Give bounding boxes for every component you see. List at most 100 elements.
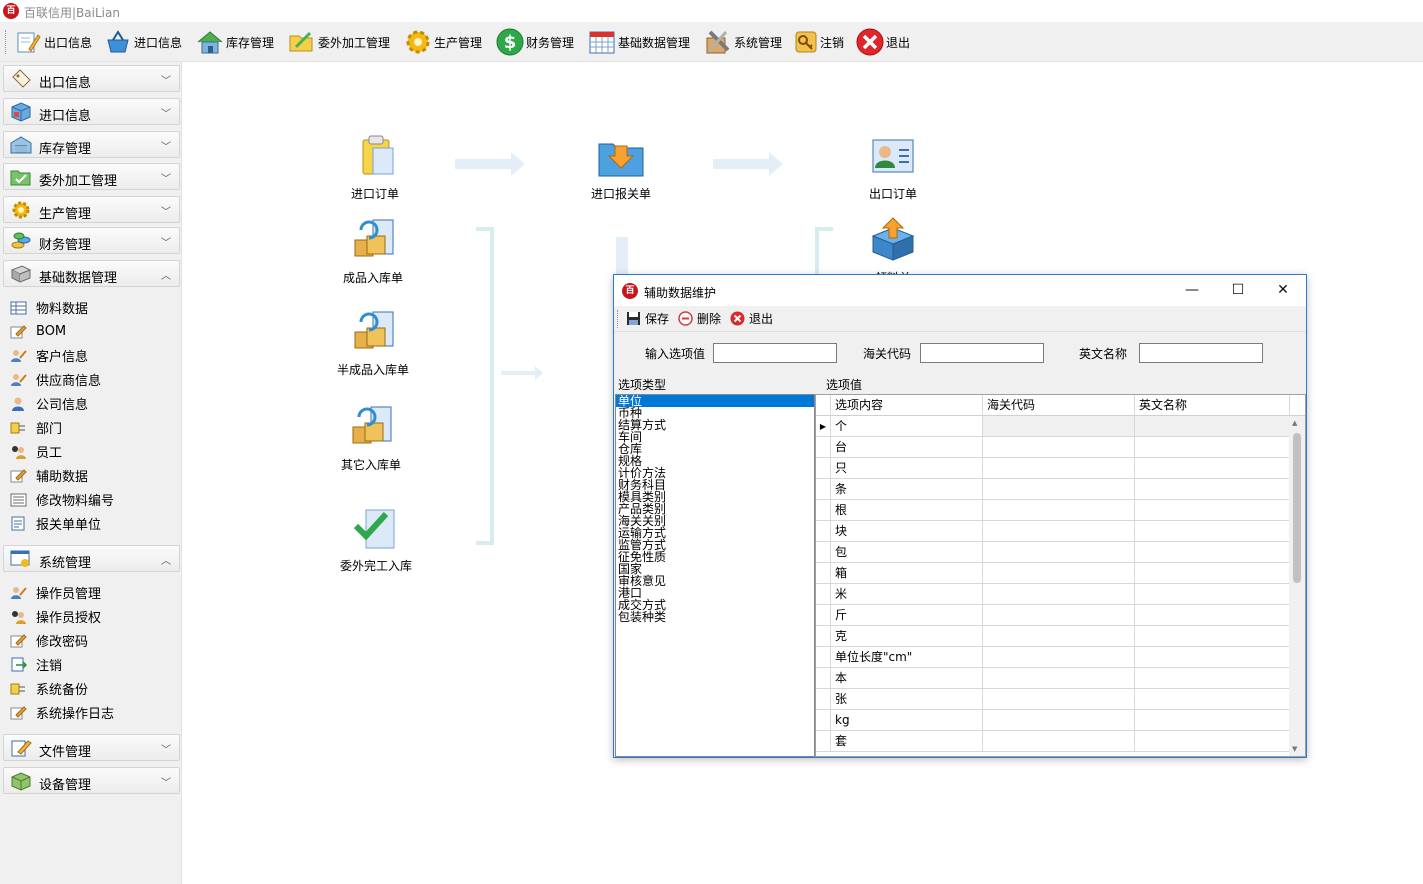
sidebar-item-backup[interactable]: 系统备份 — [10, 677, 175, 699]
toolbar-import-info[interactable]: 进口信息 — [104, 25, 182, 59]
cell-option-content[interactable]: 根 — [831, 500, 983, 521]
toolbar-inventory[interactable]: 库存管理 — [196, 25, 274, 59]
cell-english-name[interactable] — [1135, 563, 1290, 584]
cell-customs-code[interactable] — [983, 626, 1135, 647]
option-value-grid[interactable]: 选项内容 海关代码 英文名称 ▶ 个台只条根块包箱米斤克单位长度"cm" 本张 kg 套… — [815, 394, 1306, 757]
table-row[interactable]: 台 — [816, 437, 1290, 458]
cell-option-content[interactable]: 块 — [831, 521, 983, 542]
row-header[interactable] — [816, 563, 831, 584]
row-header[interactable] — [816, 710, 831, 731]
table-row[interactable]: 套 — [816, 731, 1290, 752]
cell-english-name[interactable] — [1135, 731, 1290, 752]
column-header-english-name[interactable]: 英文名称 — [1135, 395, 1290, 416]
sidebar-group-equipment[interactable]: 设备管理 ﹀ — [3, 767, 180, 794]
flow-node-import-declaration[interactable]: 进口报关单 — [571, 132, 671, 202]
option-type-item[interactable]: 车间 — [616, 431, 814, 443]
toolbar-export-info[interactable]: 出口信息 — [14, 25, 92, 59]
cell-option-content[interactable]: 条 — [831, 479, 983, 500]
cell-customs-code[interactable] — [983, 563, 1135, 584]
cell-customs-code[interactable] — [983, 710, 1135, 731]
cell-option-content[interactable]: 只 — [831, 458, 983, 479]
cell-customs-code[interactable] — [983, 479, 1135, 500]
table-row[interactable]: ▶ 个 — [816, 416, 1290, 437]
flow-node-semi-finished-in[interactable]: 半成品入库单 — [323, 308, 423, 378]
option-type-item[interactable]: 征免性质 — [616, 551, 814, 563]
table-row[interactable]: 本 — [816, 668, 1290, 689]
cell-option-content[interactable]: 米 — [831, 584, 983, 605]
cell-option-content[interactable]: 套 — [831, 731, 983, 752]
close-button[interactable]: ✕ — [1260, 275, 1306, 306]
table-row[interactable]: 单位长度"cm" — [816, 647, 1290, 668]
sidebar-group-inventory[interactable]: 库存管理 ﹀ — [3, 131, 180, 158]
option-type-list[interactable]: 单位 币种 结算方式 车间 仓库 规格 计价方法 财务科目 模具类别 产品类别 海关关别 运输方式 监管… — [615, 394, 815, 757]
cell-option-content[interactable]: 本 — [831, 668, 983, 689]
option-type-item[interactable]: 单位 — [616, 395, 814, 407]
sidebar-group-finance[interactable]: 财务管理 ﹀ — [3, 227, 180, 254]
cell-option-content[interactable]: 张 — [831, 689, 983, 710]
flow-node-other-in[interactable]: 其它入库单 — [321, 403, 421, 473]
table-row[interactable]: 根 — [816, 500, 1290, 521]
row-header[interactable] — [816, 437, 831, 458]
cell-option-content[interactable]: 斤 — [831, 605, 983, 626]
grid-vertical-scrollbar[interactable]: ▲ ▼ — [1289, 416, 1305, 756]
cell-english-name[interactable] — [1135, 584, 1290, 605]
save-button[interactable]: 保存 — [626, 310, 669, 327]
row-header[interactable] — [816, 626, 831, 647]
input-value-field[interactable] — [713, 343, 837, 363]
cell-english-name[interactable] — [1135, 437, 1290, 458]
minimize-button[interactable]: — — [1169, 275, 1215, 306]
cell-option-content[interactable]: 包 — [831, 542, 983, 563]
cell-english-name[interactable] — [1135, 626, 1290, 647]
option-type-item[interactable]: 审核意见 — [616, 575, 814, 587]
table-row[interactable]: 只 — [816, 458, 1290, 479]
toolbar-outsourcing[interactable]: 委外加工管理 — [288, 25, 390, 59]
exit-button[interactable]: 退出 — [730, 310, 773, 327]
cell-customs-code[interactable] — [983, 605, 1135, 626]
sidebar-item-modify-material-no[interactable]: 修改物料编号 — [10, 488, 175, 510]
table-row[interactable]: 包 — [816, 542, 1290, 563]
cell-option-content[interactable]: 个 — [831, 416, 983, 437]
column-header-option-content[interactable]: 选项内容 — [831, 395, 983, 416]
row-header[interactable] — [816, 542, 831, 563]
flow-node-finished-goods-in[interactable]: 成品入库单 — [323, 216, 423, 286]
cell-english-name[interactable] — [1135, 542, 1290, 563]
sidebar-item-material-data[interactable]: 物料数据 — [10, 296, 175, 318]
row-header[interactable] — [816, 521, 831, 542]
sidebar-item-department[interactable]: 部门 — [10, 416, 175, 438]
cell-customs-code[interactable] — [983, 689, 1135, 710]
sidebar-group-export[interactable]: 出口信息 ﹀ — [3, 65, 180, 92]
row-header[interactable] — [816, 605, 831, 626]
row-header[interactable] — [816, 689, 831, 710]
sidebar-group-import[interactable]: 进口信息 ﹀ — [3, 98, 180, 125]
customs-code-field[interactable] — [920, 343, 1044, 363]
sidebar-group-basic-data[interactable]: 基础数据管理 ︿ — [3, 260, 180, 287]
row-header[interactable] — [816, 584, 831, 605]
cell-english-name[interactable] — [1135, 668, 1290, 689]
cell-english-name[interactable] — [1135, 647, 1290, 668]
sidebar-item-auxiliary-data[interactable]: 辅助数据 — [10, 464, 175, 486]
toolbar-exit[interactable]: 退出 — [856, 25, 910, 59]
sidebar-item-supplier-info[interactable]: 供应商信息 — [10, 368, 175, 390]
row-header[interactable] — [816, 458, 831, 479]
cell-customs-code[interactable] — [983, 668, 1135, 689]
sidebar-item-operation-log[interactable]: 系统操作日志 — [10, 701, 175, 723]
scroll-up-icon[interactable]: ▲ — [1292, 419, 1297, 427]
sidebar-group-system[interactable]: 系统管理 ︿ — [3, 545, 180, 572]
sidebar-item-operator-auth[interactable]: 操作员授权 — [10, 605, 175, 627]
dialog-title-bar[interactable]: 百 辅助数据维护 — ☐ ✕ — [614, 275, 1306, 306]
cell-option-content[interactable]: 台 — [831, 437, 983, 458]
sidebar-item-change-password[interactable]: 修改密码 — [10, 629, 175, 651]
cell-english-name[interactable] — [1135, 500, 1290, 521]
cell-english-name[interactable] — [1135, 416, 1290, 437]
cell-english-name[interactable] — [1135, 710, 1290, 731]
toolbar-production[interactable]: 生产管理 — [404, 25, 482, 59]
sidebar-item-logout[interactable]: 注销 — [10, 653, 175, 675]
flow-node-import-order[interactable]: 进口订单 — [325, 132, 425, 202]
row-header[interactable]: ▶ — [816, 416, 831, 437]
cell-customs-code[interactable] — [983, 647, 1135, 668]
option-type-item[interactable]: 仓库 — [616, 443, 814, 455]
sidebar-item-operator-manage[interactable]: 操作员管理 — [10, 581, 175, 603]
cell-customs-code[interactable] — [983, 521, 1135, 542]
english-name-field[interactable] — [1139, 343, 1263, 363]
dialog-toolbar-grip[interactable] — [617, 310, 620, 328]
